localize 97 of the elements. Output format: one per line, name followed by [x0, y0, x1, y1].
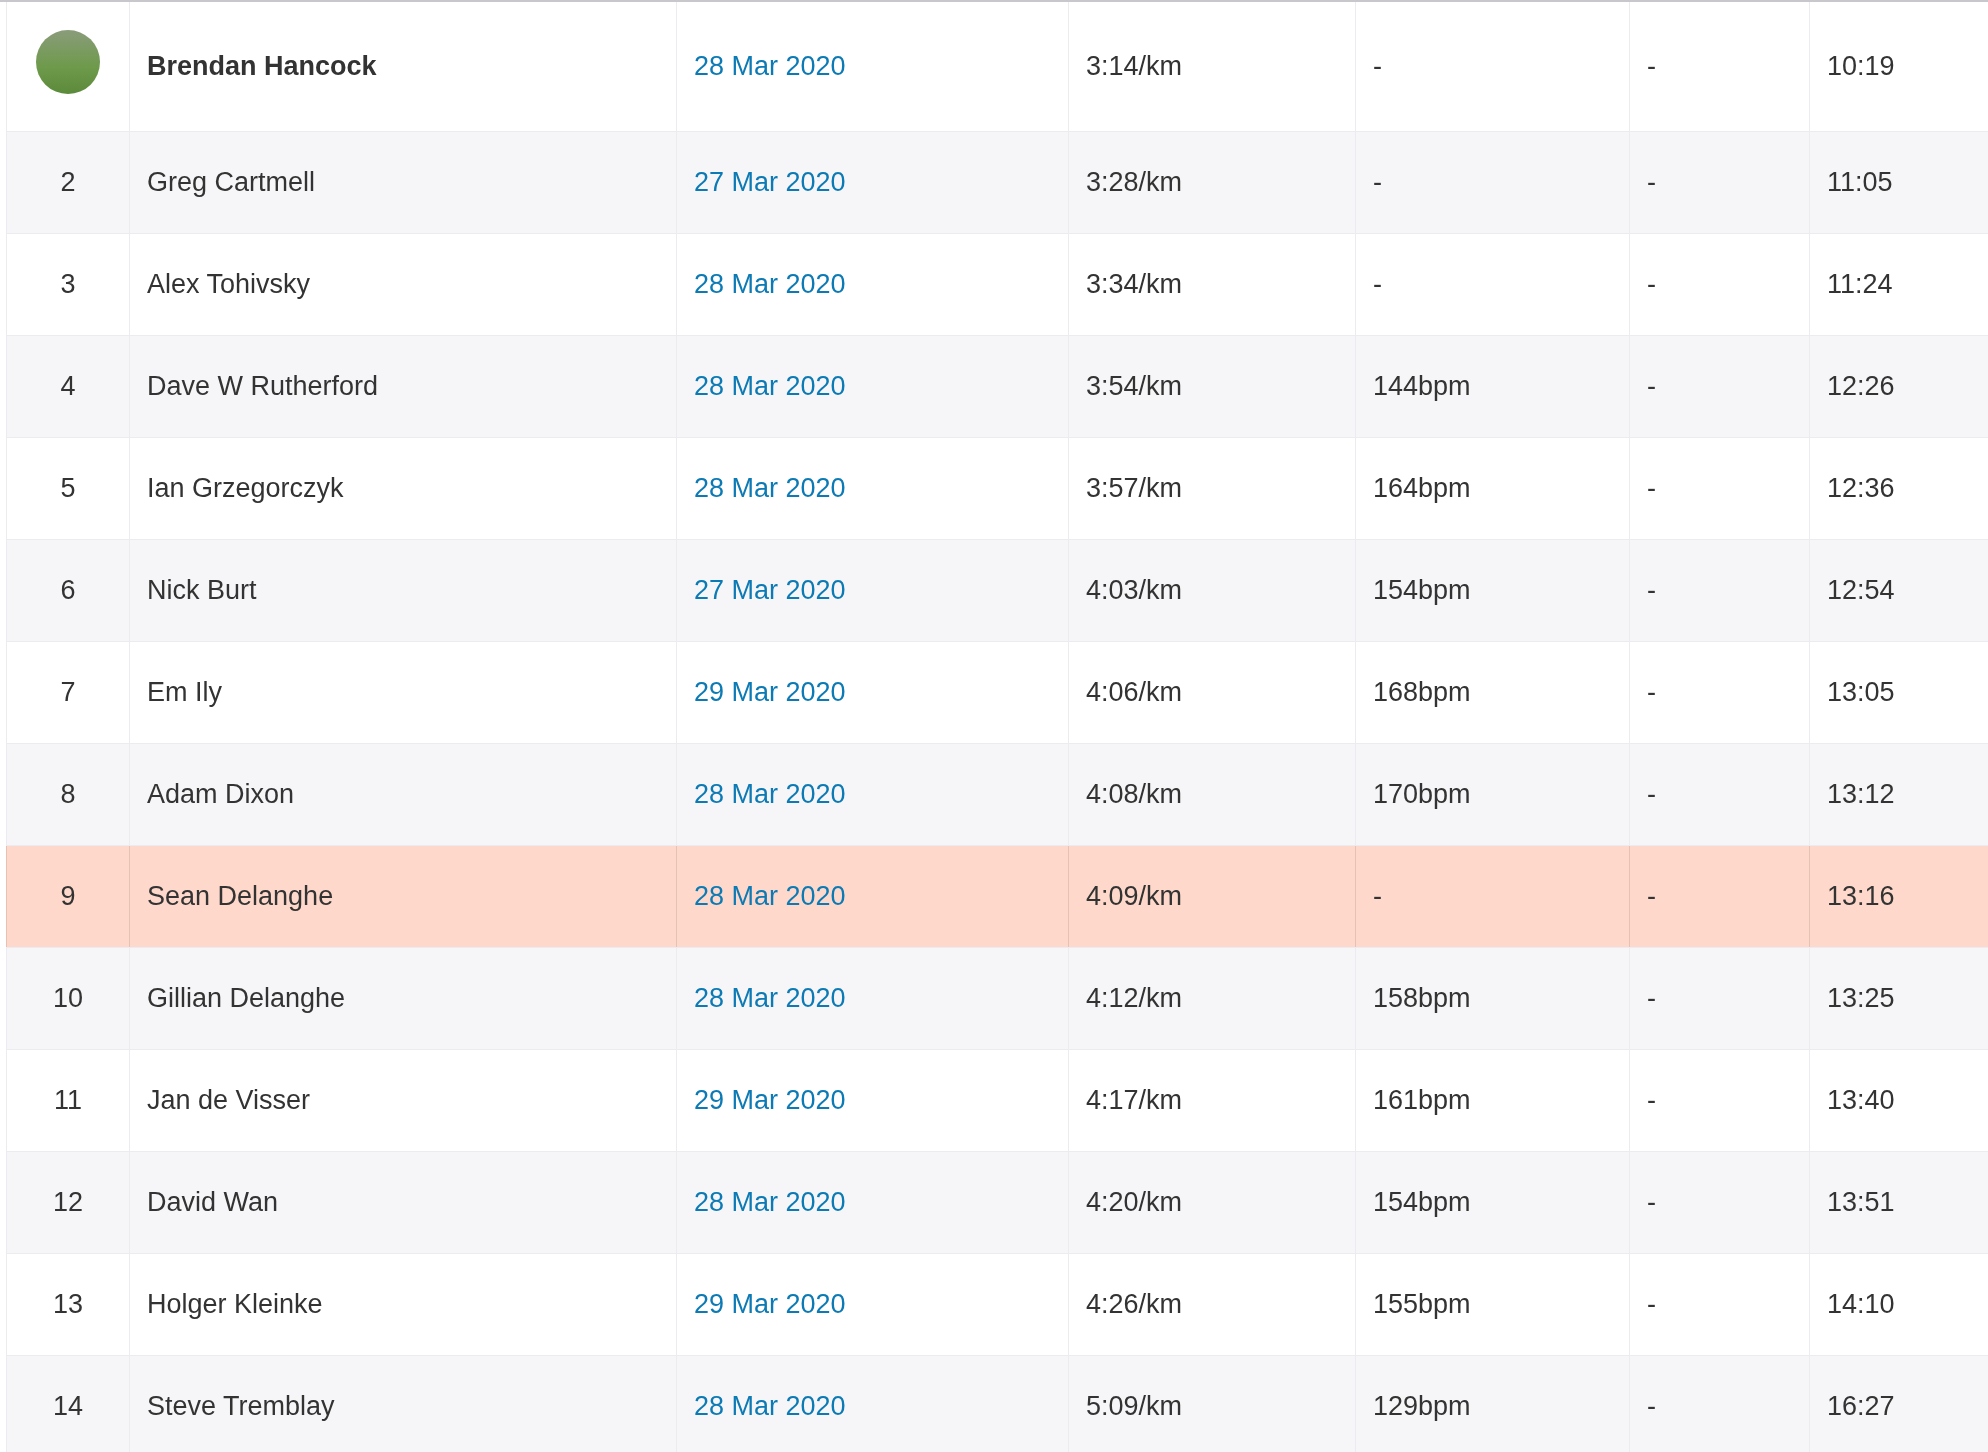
table-cell: -	[1647, 983, 1656, 1014]
heart-rate-text: 155bpm	[1373, 1289, 1471, 1320]
pace-text: 4:06/km	[1086, 677, 1183, 708]
date-link[interactable]: 28 Mar 2020	[694, 51, 846, 82]
rank-number: 10	[52, 983, 83, 1014]
heart-rate-text: 154bpm	[1373, 575, 1471, 606]
table-cell: -	[1647, 1085, 1656, 1116]
rank-number: 9	[60, 881, 76, 912]
pace-text: 4:12/km	[1086, 983, 1183, 1014]
table-cell: -	[1647, 779, 1656, 810]
time-text: 16:27	[1827, 1391, 1895, 1422]
pace-text: 3:34/km	[1086, 269, 1183, 300]
time-text: 13:05	[1827, 677, 1895, 708]
heart-rate-text: 164bpm	[1373, 473, 1471, 504]
time-text: 13:12	[1827, 779, 1895, 810]
heart-rate-text: 168bpm	[1373, 677, 1471, 708]
date-link[interactable]: 28 Mar 2020	[694, 1391, 846, 1422]
date-link[interactable]: 28 Mar 2020	[694, 983, 846, 1014]
time-text: 12:54	[1827, 575, 1895, 606]
athlete-name: Alex Tohivsky	[147, 269, 311, 300]
table-cell: -	[1647, 1289, 1656, 1320]
date-link[interactable]: 27 Mar 2020	[694, 167, 846, 198]
rank-number: 6	[60, 575, 76, 606]
athlete-name: Gillian Delanghe	[147, 983, 346, 1014]
pace-text: 4:26/km	[1086, 1289, 1183, 1320]
date-link[interactable]: 28 Mar 2020	[694, 473, 846, 504]
table-cell: -	[1647, 575, 1656, 606]
pace-text: 4:03/km	[1086, 575, 1183, 606]
athlete-name: Ian Grzegorczyk	[147, 473, 344, 504]
time-text: 10:19	[1827, 51, 1895, 82]
time-text: 14:10	[1827, 1289, 1895, 1320]
date-link[interactable]: 29 Mar 2020	[694, 677, 846, 708]
rank-number: 11	[54, 1085, 82, 1116]
time-text: 12:26	[1827, 371, 1895, 402]
athlete-name: Jan de Visser	[147, 1085, 311, 1116]
date-link[interactable]: 29 Mar 2020	[694, 1289, 846, 1320]
heart-rate-text: 161bpm	[1373, 1085, 1471, 1116]
date-link[interactable]: 27 Mar 2020	[694, 575, 846, 606]
date-link[interactable]: 28 Mar 2020	[694, 881, 846, 912]
date-link[interactable]: 28 Mar 2020	[694, 1187, 846, 1218]
heart-rate-text: 154bpm	[1373, 1187, 1471, 1218]
time-text: 13:40	[1827, 1085, 1895, 1116]
heart-rate-text: -	[1373, 51, 1382, 82]
heart-rate-text: -	[1373, 269, 1382, 300]
pace-text: 3:14/km	[1086, 51, 1183, 82]
rank-number: 13	[52, 1289, 83, 1320]
pace-text: 4:08/km	[1086, 779, 1183, 810]
table-cell: -	[1647, 371, 1656, 402]
heart-rate-text: 170bpm	[1373, 779, 1471, 810]
date-link[interactable]: 28 Mar 2020	[694, 371, 846, 402]
table-cell: -	[1647, 1391, 1656, 1422]
pace-text: 3:54/km	[1086, 371, 1183, 402]
time-text: 11:05	[1827, 167, 1893, 198]
athlete-name: Sean Delanghe	[147, 881, 334, 912]
rank-number: 4	[60, 371, 76, 402]
heart-rate-text: 158bpm	[1373, 983, 1471, 1014]
rank-number: 12	[52, 1187, 83, 1218]
time-text: 11:24	[1827, 269, 1893, 300]
athlete-name: Dave W Rutherford	[147, 371, 379, 402]
heart-rate-text: -	[1373, 881, 1382, 912]
heart-rate-text: 144bpm	[1373, 371, 1471, 402]
athlete-name: Nick Burt	[147, 575, 257, 606]
heart-rate-text: -	[1373, 167, 1382, 198]
time-text: 13:16	[1827, 881, 1895, 912]
athlete-name: Em Ily	[147, 677, 222, 708]
athlete-name: Adam Dixon	[147, 779, 295, 810]
date-link[interactable]: 29 Mar 2020	[694, 1085, 846, 1116]
pace-text: 4:20/km	[1086, 1187, 1183, 1218]
rank-number: 8	[60, 779, 76, 810]
pace-text: 4:17/km	[1086, 1085, 1183, 1116]
heart-rate-text: 129bpm	[1373, 1391, 1471, 1422]
rank-number: 14	[52, 1391, 83, 1422]
table-cell: -	[1647, 881, 1656, 912]
table-cell: -	[1647, 1187, 1656, 1218]
pace-text: 3:28/km	[1086, 167, 1183, 198]
time-text: 13:25	[1827, 983, 1895, 1014]
rank-number: 3	[60, 269, 76, 300]
table-cell: -	[1647, 51, 1656, 82]
athlete-name: Holger Kleinke	[147, 1289, 323, 1320]
table-cell: -	[1647, 473, 1656, 504]
table-cell: -	[1647, 167, 1656, 198]
pace-text: 5:09/km	[1086, 1391, 1183, 1422]
table-cell: -	[1647, 269, 1656, 300]
athlete-name: David Wan	[147, 1187, 279, 1218]
athlete-name: Brendan Hancock	[147, 51, 377, 82]
time-text: 12:36	[1827, 473, 1895, 504]
pace-text: 4:09/km	[1086, 881, 1183, 912]
athlete-name: Greg Cartmell	[147, 167, 316, 198]
table-cell: -	[1647, 677, 1656, 708]
athlete-name: Steve Tremblay	[147, 1391, 335, 1422]
date-link[interactable]: 28 Mar 2020	[694, 269, 846, 300]
rank-number: 2	[60, 167, 76, 198]
rank-number: 7	[60, 677, 76, 708]
time-text: 13:51	[1827, 1187, 1895, 1218]
date-link[interactable]: 28 Mar 2020	[694, 779, 846, 810]
pace-text: 3:57/km	[1086, 473, 1183, 504]
rank-number: 5	[60, 473, 76, 504]
